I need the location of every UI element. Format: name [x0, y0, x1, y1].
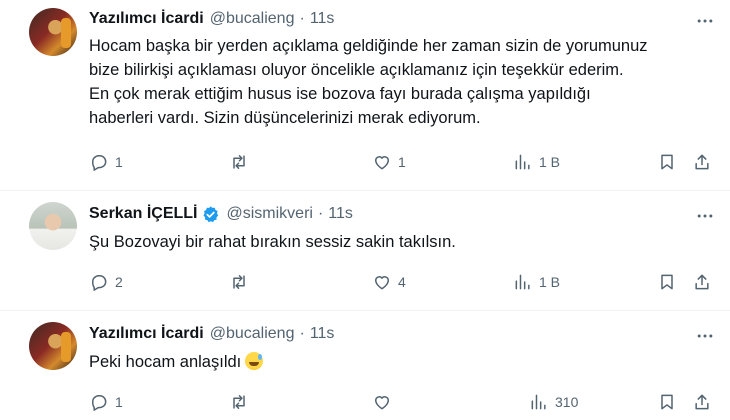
author-handle[interactable]: @bucalieng: [210, 10, 295, 28]
views-icon: [531, 394, 546, 410]
like-button[interactable]: 4: [372, 270, 406, 294]
share-icon: [695, 154, 709, 170]
tweet-text: Hocam başka bir yerden açıklama geldiğin…: [89, 34, 719, 130]
timestamp[interactable]: 11s: [310, 325, 335, 343]
author-name[interactable]: Yazılımcı İcardi: [89, 10, 204, 28]
avatar[interactable]: [29, 8, 77, 56]
reply-button[interactable]: 2: [89, 270, 123, 294]
separator: ·: [299, 325, 305, 342]
action-bar: 2 4 1 B: [89, 270, 719, 294]
views-count: 1 B: [539, 154, 561, 170]
bookmark-icon: [661, 394, 673, 410]
share-button[interactable]: [692, 270, 712, 294]
author-name[interactable]: Yazılımcı İcardi: [89, 325, 204, 343]
reply-icon: [92, 275, 107, 291]
retweet-button[interactable]: [229, 150, 255, 174]
separator: ·: [299, 10, 305, 27]
action-bar: 1 310: [89, 390, 719, 414]
bookmark-icon: [661, 154, 673, 170]
reply-button[interactable]: 1: [89, 390, 123, 414]
text-line: En çok merak ettiğim husus ise bozova fa…: [89, 85, 591, 103]
views-count: 310: [555, 394, 579, 410]
author-handle[interactable]: @sismikveri: [226, 205, 312, 223]
author-handle[interactable]: @bucalieng: [210, 325, 295, 343]
like-button[interactable]: [372, 390, 398, 414]
like-count: 4: [398, 274, 406, 290]
bookmark-button[interactable]: [657, 150, 677, 174]
tweet[interactable]: Yazılımcı İcardi @bucalieng · 11s Peki h…: [0, 310, 730, 420]
more-icon[interactable]: [694, 325, 716, 347]
text-line: Hocam başka bir yerden açıklama geldiğin…: [89, 37, 648, 55]
text-line: Şu Bozovayi bir rahat bırakın sessiz sak…: [89, 233, 456, 251]
text-content: Peki hocam anlaşıldı: [89, 353, 242, 371]
reply-icon: [92, 395, 107, 411]
share-icon: [695, 394, 709, 410]
like-icon: [375, 276, 389, 290]
separator: ·: [317, 205, 324, 222]
retweet-icon: [233, 155, 245, 169]
reply-count: 2: [115, 274, 123, 290]
views-button[interactable]: 1 B: [513, 270, 560, 294]
views-button[interactable]: 310: [529, 390, 578, 414]
retweet-button[interactable]: [229, 270, 255, 294]
tweet[interactable]: Yazılımcı İcardi @bucalieng · 11s Hocam …: [0, 0, 730, 202]
text-line: haberleri vardı. Sizin düşüncelerinizi m…: [89, 109, 481, 127]
verified-badge-icon: [201, 205, 220, 224]
avatar[interactable]: [29, 322, 77, 370]
text-line: Peki hocam anlaşıldı: [89, 350, 719, 374]
like-icon: [375, 396, 389, 410]
like-button[interactable]: 1: [372, 150, 406, 174]
bookmark-icon: [661, 274, 673, 290]
retweet-icon: [233, 275, 245, 289]
timestamp[interactable]: 11s: [310, 10, 335, 28]
reply-count: 1: [115, 394, 123, 410]
like-count: 1: [398, 154, 406, 170]
tweet[interactable]: Serkan İÇELLİ @sismikveri · 11s Şu Bozov…: [0, 190, 730, 310]
views-icon: [515, 154, 530, 170]
action-bar: 1 1 1 B: [89, 150, 719, 174]
reply-count: 1: [115, 154, 123, 170]
avatar[interactable]: [29, 202, 77, 250]
like-icon: [375, 156, 389, 170]
bookmark-button[interactable]: [657, 390, 677, 414]
author-name[interactable]: Serkan İÇELLİ: [89, 205, 197, 223]
retweet-icon: [233, 395, 245, 409]
views-icon: [515, 274, 530, 290]
text-line: bize bilirkişi açıklaması oluyor öncelik…: [89, 61, 624, 79]
share-button[interactable]: [692, 390, 712, 414]
views-button[interactable]: 1 B: [513, 150, 560, 174]
timestamp[interactable]: 11s: [328, 205, 353, 223]
more-icon[interactable]: [694, 10, 716, 32]
share-icon: [695, 274, 709, 290]
views-count: 1 B: [539, 274, 561, 290]
tweet-text: Şu Bozovayi bir rahat bırakın sessiz sak…: [89, 230, 719, 254]
more-icon[interactable]: [694, 205, 716, 227]
bookmark-button[interactable]: [657, 270, 677, 294]
retweet-button[interactable]: [229, 390, 255, 414]
share-button[interactable]: [692, 150, 712, 174]
reply-button[interactable]: 1: [89, 150, 123, 174]
grinning-sweat-emoji-icon: [245, 352, 264, 370]
tweet-text: Peki hocam anlaşıldı: [89, 350, 719, 374]
reply-icon: [92, 155, 107, 171]
